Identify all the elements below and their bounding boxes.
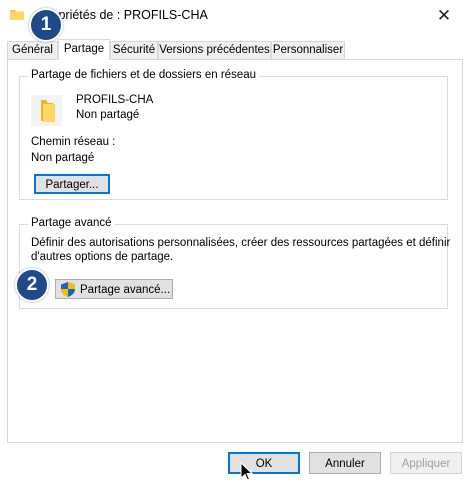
advanced-share-button[interactable]: Partage avancé... <box>55 279 173 299</box>
tab-securite[interactable]: Sécurité <box>110 41 158 59</box>
advanced-share-button-label: Partage avancé... <box>80 284 171 296</box>
network-path-value: Non partagé <box>31 152 95 164</box>
folder-icon <box>31 95 62 126</box>
advanced-share-group: Partage avancé Définir des autorisations… <box>19 217 451 309</box>
folder-icon <box>10 10 24 20</box>
network-path-label: Chemin réseau : <box>31 136 116 148</box>
share-button[interactable]: Partager... <box>34 174 110 194</box>
advanced-share-legend: Partage avancé <box>28 217 115 229</box>
ok-button[interactable]: OK <box>228 452 300 474</box>
tab-personnaliser[interactable]: Personnaliser <box>271 41 345 59</box>
tab-versions-precedentes[interactable]: Versions précédentes <box>158 41 271 59</box>
close-icon[interactable]: ✕ <box>432 5 456 27</box>
tab-panel: Partage de fichiers et de dossiers en ré… <box>7 59 463 443</box>
share-status: Non partagé <box>76 109 140 121</box>
apply-button: Appliquer <box>390 452 462 474</box>
advanced-share-description-line2: d'autres options de partage. <box>31 251 174 263</box>
window-title: Propriétés de : PROFILS-CHA <box>39 8 208 22</box>
advanced-share-description-line1: Définir des autorisations personnalisées… <box>31 237 451 249</box>
network-share-legend: Partage de fichiers et de dossiers en ré… <box>28 69 260 81</box>
title-bar: Propriétés de : PROFILS-CHA ✕ <box>0 0 469 32</box>
folder-name: PROFILS-CHA <box>76 94 154 106</box>
tab-general[interactable]: Général <box>7 41 58 59</box>
network-share-group: Partage de fichiers et de dossiers en ré… <box>19 69 448 200</box>
tab-partage[interactable]: Partage <box>58 39 110 60</box>
step-badge-2: 2 <box>15 268 49 302</box>
cursor-icon <box>240 462 253 481</box>
cancel-button[interactable]: Annuler <box>309 452 381 474</box>
shield-icon <box>61 282 75 297</box>
step-badge-1: 1 <box>29 8 63 42</box>
